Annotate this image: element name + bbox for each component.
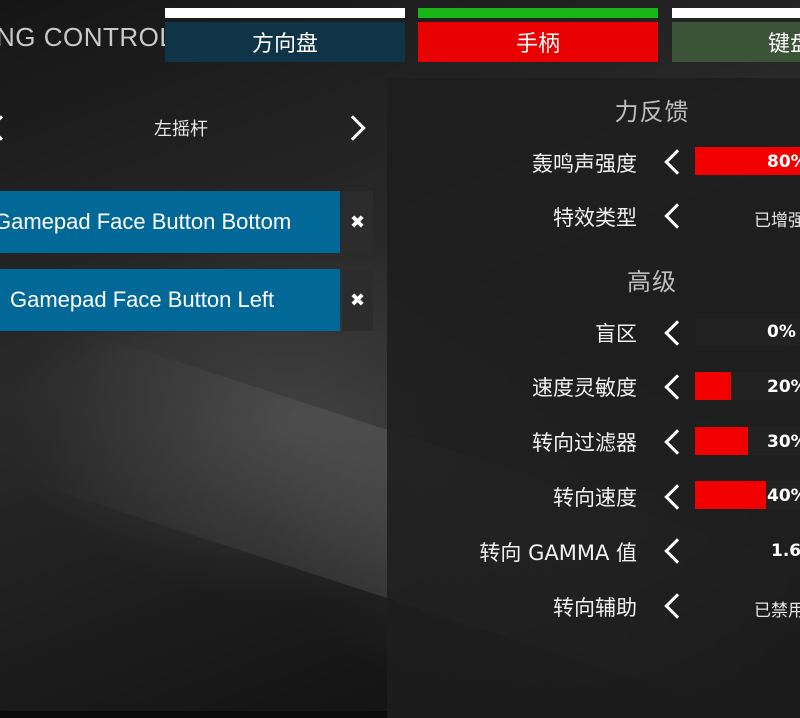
binding-label: Gamepad Face Button Bottom xyxy=(0,209,292,234)
page-title: NG CONTROL xyxy=(0,22,175,52)
deadzone-value: 0% xyxy=(767,322,796,342)
speed-sensitivity-label: 速度灵敏度 xyxy=(532,376,637,400)
section-title-advanced: 高级 xyxy=(627,268,677,296)
binding-button[interactable]: Gamepad Face Button Bottom xyxy=(0,191,340,253)
steering-assist-value: 已禁用 xyxy=(754,601,800,621)
tab-wheel[interactable]: 方向盘 xyxy=(165,8,405,62)
effect-type-value: 已增强 xyxy=(754,211,800,231)
steering-filter-fill xyxy=(695,427,749,455)
tab-keyboard-indicator xyxy=(672,8,800,18)
steering-gamma-value: 1.6 xyxy=(771,541,800,561)
tab-wheel-indicator xyxy=(165,8,405,18)
steering-assist-label: 转向辅助 xyxy=(553,596,637,620)
steering-filter-label: 转向过滤器 xyxy=(532,431,637,455)
steering-speed-label: 转向速度 xyxy=(553,486,637,510)
section-title-force-feedback: 力反馈 xyxy=(614,98,690,126)
rumble-intensity-value: 80% xyxy=(767,152,800,172)
tab-gamepad[interactable]: 手柄 xyxy=(418,8,658,62)
effect-type-label: 特效类型 xyxy=(553,206,637,230)
steering-speed-value: 40% xyxy=(767,486,800,506)
tab-keyboard[interactable]: 键盘 xyxy=(672,8,800,62)
deadzone-label: 盲区 xyxy=(595,322,637,346)
tab-gamepad-label: 手柄 xyxy=(418,22,658,62)
stick-selector-label: 左摇杆 xyxy=(154,119,208,140)
rumble-intensity-label: 轰鸣声强度 xyxy=(532,152,637,176)
binding-button[interactable]: Gamepad Face Button Left xyxy=(0,269,340,331)
steering-speed-fill xyxy=(695,481,767,509)
binding-label: Gamepad Face Button Left xyxy=(10,287,275,312)
tab-wheel-label: 方向盘 xyxy=(165,22,405,62)
steering-filter-value: 30% xyxy=(767,432,800,452)
steering-gamma-label: 转向 GAMMA 值 xyxy=(479,541,637,565)
tab-gamepad-indicator xyxy=(418,8,658,18)
speed-sensitivity-value: 20% xyxy=(767,377,800,397)
remove-binding-close-icon[interactable]: ✖ xyxy=(342,269,373,331)
speed-sensitivity-fill xyxy=(695,372,731,400)
remove-binding-close-icon[interactable]: ✖ xyxy=(342,191,373,253)
tab-keyboard-label: 键盘 xyxy=(672,22,800,62)
